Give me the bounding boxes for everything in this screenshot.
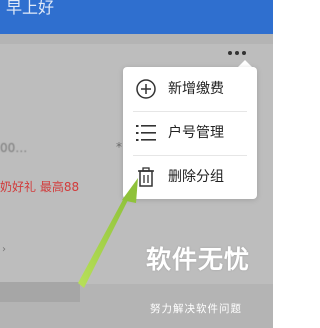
watermark-title: 软件无忧 bbox=[146, 245, 251, 274]
watermark: 软件无忧 努力解决软件问题 bbox=[146, 240, 270, 320]
watermark-subtitle: 努力解决软件问题 bbox=[150, 303, 242, 315]
